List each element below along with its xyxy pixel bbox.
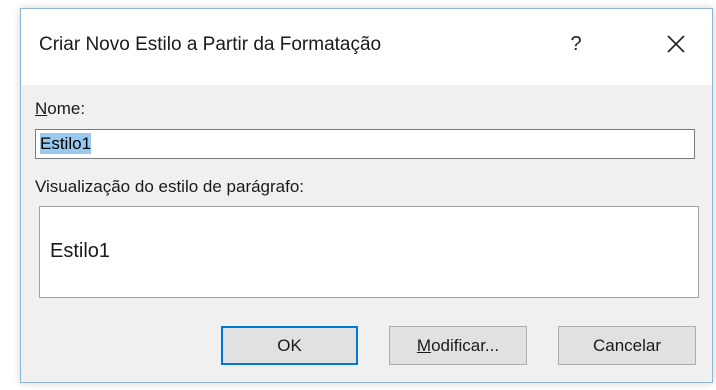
- ok-button[interactable]: OK: [221, 326, 358, 365]
- title-bar: Criar Novo Estilo a Partir da Formatação…: [21, 9, 712, 85]
- name-label-access-key: N: [35, 99, 48, 118]
- modify-access-key: M: [416, 336, 432, 355]
- modify-label: odificar...: [431, 336, 500, 355]
- dialog-title: Criar Novo Estilo a Partir da Formatação: [39, 34, 382, 55]
- name-label-text: ome:: [47, 99, 86, 118]
- preview-sample-text: Estilo1: [50, 240, 111, 262]
- help-button[interactable]: ?: [551, 23, 601, 65]
- close-icon: [667, 35, 685, 53]
- paragraph-style-preview: Estilo1: [39, 206, 699, 298]
- create-style-dialog: Criar Novo Estilo a Partir da Formatação…: [20, 8, 713, 383]
- modify-button[interactable]: Modificar...: [389, 326, 527, 365]
- name-label: Nome:: [35, 99, 85, 119]
- style-name-value: Estilo1: [40, 133, 92, 154]
- cancel-button[interactable]: Cancelar: [558, 326, 696, 365]
- style-name-input[interactable]: Estilo1: [35, 129, 695, 159]
- close-button[interactable]: [651, 23, 701, 65]
- preview-label: Visualização do estilo de parágrafo:: [35, 177, 305, 196]
